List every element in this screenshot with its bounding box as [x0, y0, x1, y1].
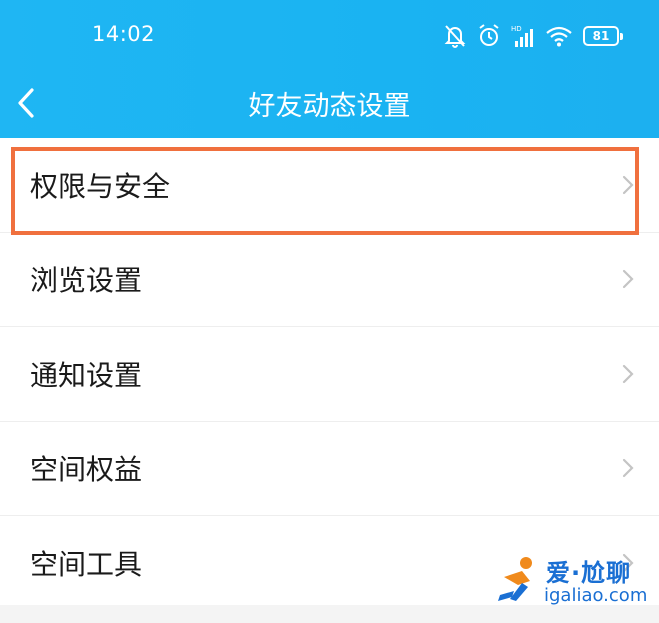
wifi-icon [545, 24, 573, 48]
menu-item-label: 权限与安全 [30, 169, 171, 203]
menu-item-browse-settings[interactable]: 浏览设置 [0, 232, 659, 327]
menu-item-space-benefits[interactable]: 空间权益 [0, 421, 659, 516]
chevron-right-icon [622, 175, 634, 194]
menu-item-notification-settings[interactable]: 通知设置 [0, 327, 659, 422]
watermark: 爱·尬聊 igaliao.com [496, 551, 656, 609]
chevron-right-icon [622, 364, 634, 383]
runner-logo-icon [498, 557, 532, 601]
status-icons: HD 81 [443, 19, 623, 53]
watermark-url: igaliao.com [544, 585, 648, 606]
alarm-icon [477, 23, 501, 49]
menu-item-label: 通知设置 [30, 358, 143, 392]
mute-bell-icon [443, 23, 467, 49]
svg-text:HD: HD [511, 25, 522, 33]
settings-list: 权限与安全 浏览设置 通知设置 空间权益 空间工具 [0, 138, 659, 610]
menu-item-label: 空间工具 [30, 547, 143, 581]
menu-item-label: 空间权益 [30, 453, 143, 487]
battery-icon: 81 [583, 26, 623, 46]
hd-signal-icon: HD [511, 23, 535, 49]
menu-item-label: 浏览设置 [30, 264, 143, 298]
chevron-right-icon [622, 270, 634, 289]
menu-item-permissions-security[interactable]: 权限与安全 [0, 138, 659, 233]
status-bar: 14:02 HD 81 [0, 0, 659, 70]
nav-bar: 好友动态设置 [0, 70, 659, 138]
app-header: 14:02 HD 81 好友动态设置 [0, 0, 659, 138]
status-time: 14:02 [92, 22, 156, 46]
page-title: 好友动态设置 [248, 91, 411, 122]
chevron-right-icon [622, 459, 634, 478]
watermark-title: 爱·尬聊 [546, 559, 632, 587]
